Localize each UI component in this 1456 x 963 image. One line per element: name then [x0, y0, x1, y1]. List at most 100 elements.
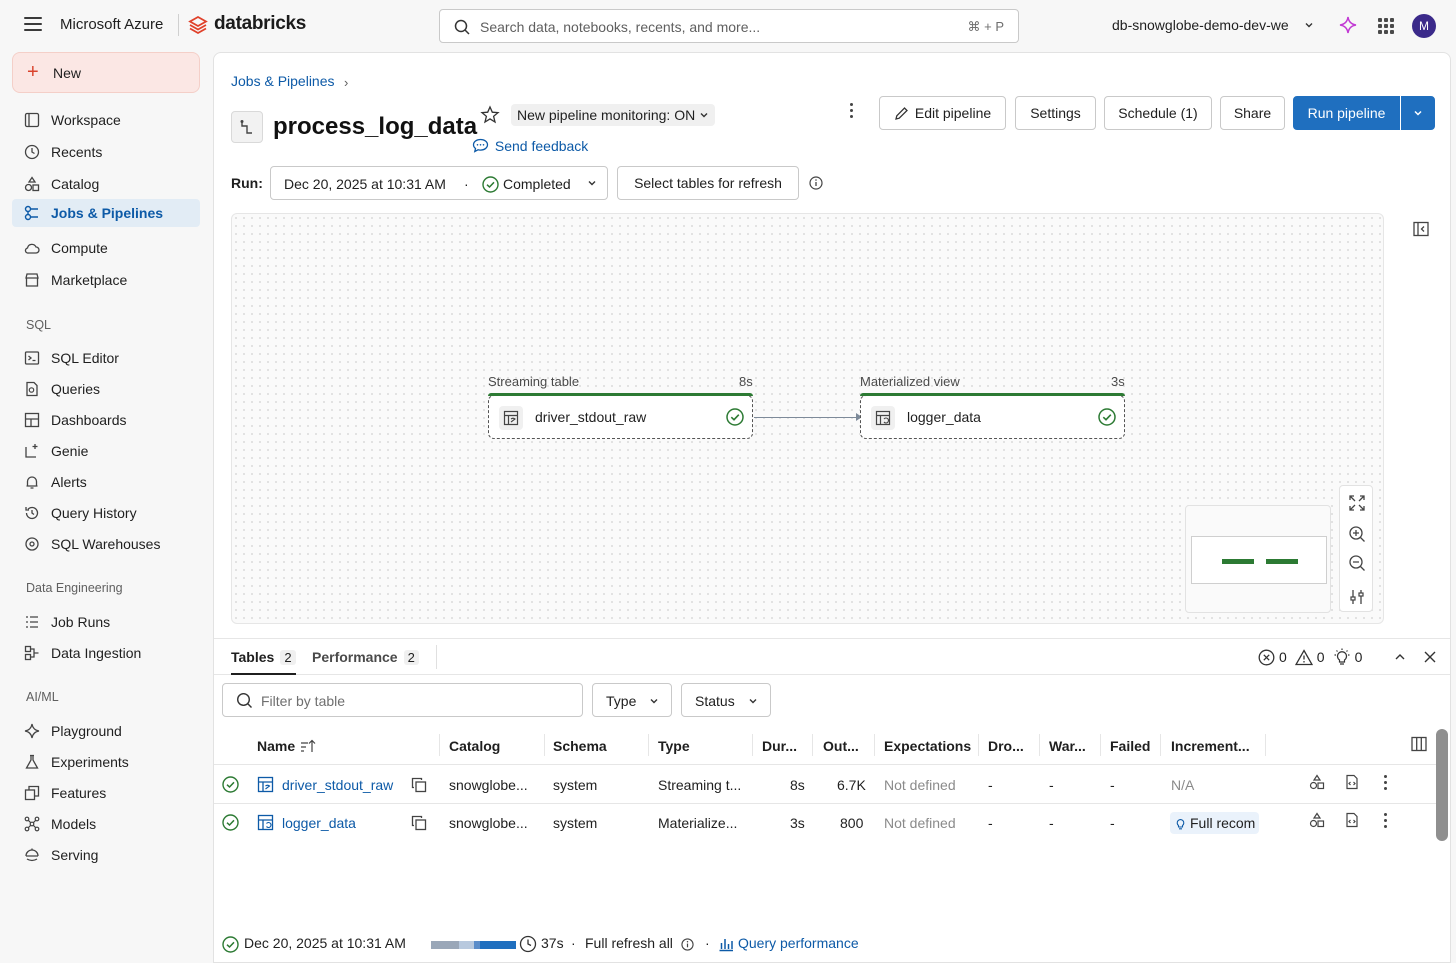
column-header-incremental[interactable]: Increment...	[1171, 738, 1250, 754]
warehouse-icon	[25, 537, 39, 551]
row-menu-icon[interactable]	[1384, 775, 1387, 790]
column-header-name[interactable]: Name	[257, 738, 295, 754]
run-options-dropdown[interactable]	[1401, 96, 1435, 130]
sidebar-item-workspace[interactable]: Workspace	[12, 106, 200, 134]
columns-icon[interactable]	[1411, 736, 1427, 752]
query-performance-link[interactable]: Query performance	[738, 935, 859, 955]
sidebar-item-compute[interactable]: Compute	[12, 234, 200, 262]
sidebar-item-genie[interactable]: Genie	[12, 437, 200, 465]
store-icon	[25, 273, 39, 287]
column-header-expectations[interactable]: Expectations	[884, 738, 971, 754]
cell-incremental: N/A	[1171, 777, 1195, 793]
full-refresh-all-link[interactable]: Full refresh all	[585, 935, 673, 955]
sidebar-item-data-ingestion[interactable]: Data Ingestion	[12, 639, 200, 667]
minimap-viewport[interactable]	[1191, 536, 1327, 584]
table-name-link[interactable]: logger_data	[282, 815, 356, 831]
menu-icon[interactable]	[24, 17, 42, 31]
tab-performance[interactable]: Performance 2	[312, 649, 419, 665]
sidebar-item-sql-warehouses[interactable]: SQL Warehouses	[12, 530, 200, 558]
sidebar-item-experiments[interactable]: Experiments	[12, 748, 200, 776]
search-icon	[236, 692, 252, 708]
table-scrollbar[interactable]	[1436, 729, 1448, 841]
chat-bubble-icon	[472, 138, 489, 153]
sidebar-item-queries[interactable]: Queries	[12, 375, 200, 403]
chevron-up-icon[interactable]	[1394, 652, 1406, 662]
view-code-icon[interactable]	[1344, 774, 1360, 790]
more-options-icon[interactable]	[850, 103, 853, 118]
view-code-icon[interactable]	[1344, 812, 1360, 828]
workspace-selector[interactable]: db-snowglobe-demo-dev-we	[1112, 17, 1289, 33]
sidebar-item-models[interactable]: Models	[12, 810, 200, 838]
timeline-segment	[480, 941, 516, 949]
copy-icon[interactable]	[411, 777, 427, 793]
column-header-schema[interactable]: Schema	[553, 738, 607, 754]
collapse-panel-icon[interactable]	[1413, 221, 1429, 237]
sidebar-item-label: SQL Warehouses	[51, 536, 161, 552]
avatar[interactable]: M	[1412, 14, 1436, 38]
sidebar-item-label: Queries	[51, 381, 101, 397]
column-header-type[interactable]: Type	[658, 738, 690, 754]
apps-grid-icon[interactable]	[1378, 18, 1394, 34]
global-search[interactable]: Search data, notebooks, recents, and mor…	[439, 9, 1019, 43]
run-pipeline-button[interactable]: Run pipeline	[1293, 96, 1400, 130]
sidebar-item-marketplace[interactable]: Marketplace	[12, 266, 200, 294]
tab-tables[interactable]: Tables 2	[231, 649, 296, 675]
column-header-failed[interactable]: Failed	[1110, 738, 1150, 754]
top-bar: Microsoft Azure databricks Search data, …	[0, 0, 1456, 52]
assistant-sparkle-icon[interactable]	[1338, 15, 1358, 35]
new-button[interactable]: + New	[12, 52, 200, 93]
serving-icon	[25, 848, 39, 862]
type-filter-dropdown[interactable]: Type	[592, 683, 672, 717]
info-icon[interactable]	[809, 176, 823, 190]
column-header-warned[interactable]: War...	[1049, 738, 1086, 754]
sidebar-item-serving[interactable]: Serving	[12, 841, 200, 869]
incremental-badge[interactable]: Full recom	[1170, 812, 1260, 834]
column-header-dropped[interactable]: Dro...	[988, 738, 1024, 754]
cell-expectations: Not defined	[884, 815, 956, 831]
select-tables-button[interactable]: Select tables for refresh	[617, 166, 799, 200]
monitoring-toggle[interactable]: New pipeline monitoring: ON	[511, 104, 716, 126]
share-button[interactable]: Share	[1220, 96, 1285, 130]
lineage-icon[interactable]	[1309, 812, 1325, 828]
row-menu-icon[interactable]	[1384, 813, 1387, 828]
chevron-down-icon[interactable]	[1304, 20, 1314, 30]
run-selector[interactable]: Dec 20, 2025 at 10:31 AM · Completed	[270, 166, 608, 200]
graph-node-logger-data[interactable]: logger_data	[860, 393, 1125, 439]
breadcrumb[interactable]: Jobs & Pipelines	[231, 73, 335, 89]
databricks-logo-icon[interactable]	[188, 15, 208, 35]
status-filter-dropdown[interactable]: Status	[681, 683, 771, 717]
column-header-duration[interactable]: Dur...	[762, 738, 797, 754]
graph-minimap[interactable]	[1185, 505, 1331, 613]
lineage-icon[interactable]	[1309, 774, 1325, 790]
sidebar-item-dashboards[interactable]: Dashboards	[12, 406, 200, 434]
column-header-output[interactable]: Out...	[823, 738, 859, 754]
issue-counters[interactable]: 0 0 0	[1258, 648, 1362, 666]
sort-icon[interactable]	[300, 739, 316, 753]
sidebar-item-playground[interactable]: Playground	[12, 717, 200, 745]
graph-settings-icon[interactable]	[1348, 588, 1366, 606]
star-icon[interactable]	[480, 105, 500, 125]
graph-node-driver-stdout-raw[interactable]: driver_stdout_raw	[488, 393, 753, 439]
table-filter-input[interactable]: Filter by table	[222, 683, 583, 717]
fit-view-icon[interactable]	[1348, 494, 1366, 512]
sidebar-item-query-history[interactable]: Query History	[12, 499, 200, 527]
sidebar-item-catalog[interactable]: Catalog	[12, 170, 200, 198]
sidebar-item-job-runs[interactable]: Job Runs	[12, 608, 200, 636]
sidebar-item-alerts[interactable]: Alerts	[12, 468, 200, 496]
column-header-catalog[interactable]: Catalog	[449, 738, 500, 754]
copy-icon[interactable]	[411, 815, 427, 831]
info-icon[interactable]	[681, 938, 694, 951]
sidebar-item-recents[interactable]: Recents	[12, 138, 200, 166]
sidebar-item-jobs-pipelines[interactable]: Jobs & Pipelines	[12, 199, 200, 227]
sidebar-item-features[interactable]: Features	[12, 779, 200, 807]
table-name-link[interactable]: driver_stdout_raw	[282, 777, 393, 793]
settings-button[interactable]: Settings	[1015, 96, 1096, 130]
brand-name[interactable]: databricks	[214, 13, 306, 35]
send-feedback-link[interactable]: Send feedback	[472, 138, 588, 154]
close-icon[interactable]	[1423, 650, 1437, 664]
zoom-out-icon[interactable]	[1348, 554, 1366, 572]
schedule-button[interactable]: Schedule (1)	[1104, 96, 1212, 130]
zoom-in-icon[interactable]	[1348, 525, 1366, 543]
edit-pipeline-button[interactable]: Edit pipeline	[879, 96, 1006, 130]
sidebar-item-sql-editor[interactable]: SQL Editor	[12, 344, 200, 372]
